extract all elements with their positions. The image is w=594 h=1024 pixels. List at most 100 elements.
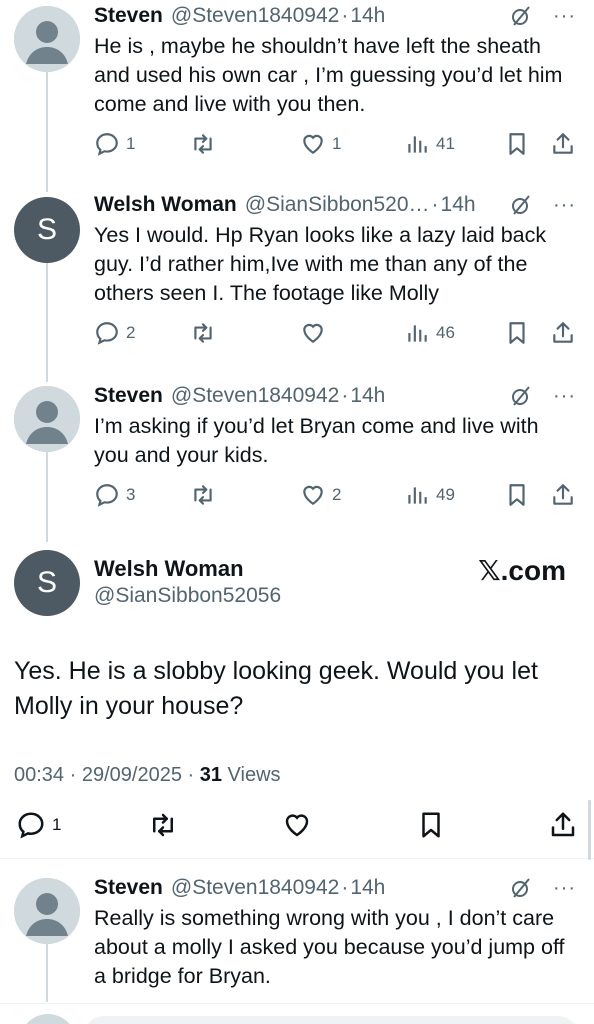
- default-avatar-icon: [14, 386, 80, 452]
- like-button[interactable]: [300, 320, 326, 346]
- reply-button[interactable]: 1: [16, 810, 61, 840]
- action-bar: 2 46: [94, 318, 580, 348]
- author-handle[interactable]: @SianSibbon520…: [245, 193, 430, 217]
- separator-dot: ·: [341, 876, 349, 899]
- grok-icon[interactable]: [509, 384, 533, 408]
- avatar[interactable]: S: [14, 197, 80, 263]
- more-options-icon[interactable]: ···: [553, 195, 576, 215]
- author-handle[interactable]: @Steven1840942: [171, 876, 339, 900]
- more-options-icon[interactable]: ···: [553, 6, 576, 26]
- like-button[interactable]: 1: [300, 131, 341, 157]
- reply-button[interactable]: 1: [94, 131, 135, 157]
- tweet-time[interactable]: 14h: [350, 4, 385, 28]
- author-name[interactable]: Steven: [94, 384, 163, 408]
- repost-button[interactable]: [148, 810, 178, 840]
- views-count: 49: [436, 485, 455, 504]
- reply-count: 1: [126, 134, 136, 153]
- reply-button[interactable]: 3: [94, 482, 135, 508]
- share-button[interactable]: [550, 482, 576, 508]
- author-name[interactable]: Welsh Woman: [94, 556, 244, 582]
- avatar[interactable]: S: [14, 550, 80, 616]
- separator-dot: ·: [181, 764, 200, 786]
- tweet-text: He is , maybe he shouldn’t have left the…: [94, 34, 563, 116]
- tweet-time[interactable]: 14h: [350, 876, 385, 900]
- grok-icon[interactable]: [509, 193, 533, 217]
- tweet-text: Yes. He is a slobby looking geek. Would …: [14, 657, 538, 720]
- reply-button[interactable]: 2: [94, 320, 135, 346]
- avatar[interactable]: [14, 386, 80, 452]
- author-name[interactable]: Welsh Woman: [94, 193, 237, 217]
- views-chart-icon: [408, 325, 427, 342]
- thread-line: [46, 944, 48, 1002]
- heart-icon: [285, 814, 309, 837]
- avatar[interactable]: [14, 878, 80, 944]
- heart-icon: [303, 323, 323, 343]
- reply-input[interactable]: [84, 1016, 578, 1024]
- bookmark-button[interactable]: [504, 131, 530, 157]
- reply-icon: [96, 322, 118, 345]
- action-bar: 3 2 49: [94, 480, 580, 510]
- tweet-text: Yes I would. Hp Ryan looks like a lazy l…: [94, 223, 547, 305]
- views-count: 46: [436, 323, 455, 342]
- separator-dot: ·: [431, 193, 439, 216]
- action-bar: 1 1 41: [94, 129, 580, 159]
- grok-icon[interactable]: [509, 4, 533, 28]
- thread-line: [46, 262, 48, 382]
- bookmark-icon: [509, 322, 525, 344]
- repost-icon: [153, 813, 173, 837]
- reply-icon: [96, 133, 118, 156]
- tweet-text: I’m asking if you’d let Bryan come and l…: [94, 414, 539, 467]
- avatar[interactable]: [14, 6, 80, 72]
- views-count[interactable]: 31: [200, 764, 222, 786]
- reply-count: 1: [52, 815, 62, 834]
- share-icon: [551, 812, 575, 837]
- bookmark-icon: [509, 133, 525, 155]
- share-button[interactable]: [550, 320, 576, 346]
- avatar[interactable]: [20, 1014, 76, 1024]
- reply-count: 2: [126, 323, 136, 342]
- x-logo: 𝕏.com: [478, 555, 566, 586]
- views-button[interactable]: 41: [404, 131, 455, 157]
- bookmark-button[interactable]: [504, 482, 530, 508]
- more-options-icon[interactable]: ···: [553, 878, 576, 898]
- like-count: 2: [332, 485, 342, 504]
- like-button[interactable]: 2: [300, 482, 341, 508]
- author-name[interactable]: Steven: [94, 876, 163, 900]
- share-button[interactable]: [548, 810, 578, 840]
- separator-dot: ·: [341, 384, 349, 407]
- bookmark-button[interactable]: [416, 810, 446, 840]
- thread-line: [46, 72, 48, 192]
- scrollbar[interactable]: [588, 800, 591, 860]
- more-options-icon[interactable]: ···: [553, 386, 576, 406]
- share-button[interactable]: [550, 131, 576, 157]
- repost-icon: [194, 323, 212, 343]
- bookmark-button[interactable]: [504, 320, 530, 346]
- share-icon: [553, 322, 573, 343]
- views-button[interactable]: 46: [404, 320, 455, 346]
- repost-button[interactable]: [190, 320, 216, 346]
- divider: [0, 858, 594, 859]
- action-bar: 1: [0, 810, 594, 846]
- reply-count: 3: [126, 485, 136, 504]
- tweet-time[interactable]: 14h: [350, 384, 385, 408]
- reply-icon: [96, 484, 118, 507]
- heart-icon: [303, 485, 323, 505]
- repost-button[interactable]: [190, 482, 216, 508]
- views-chart-icon: [408, 136, 427, 153]
- author-handle[interactable]: @SianSibbon52056: [94, 584, 281, 608]
- grok-icon[interactable]: [509, 876, 533, 900]
- tweet-text: Really is something wrong with you , I d…: [94, 906, 565, 988]
- tweet-date[interactable]: 29/09/2025: [82, 764, 182, 786]
- like-button[interactable]: [282, 810, 312, 840]
- heart-icon: [303, 134, 323, 154]
- separator-dot: ·: [64, 764, 82, 786]
- author-handle[interactable]: @Steven1840942: [171, 4, 339, 28]
- views-button[interactable]: 49: [404, 482, 455, 508]
- repost-button[interactable]: [190, 131, 216, 157]
- tweet-time[interactable]: 14h: [441, 193, 476, 217]
- like-count: 1: [332, 134, 342, 153]
- tweet-time[interactable]: 00:34: [14, 764, 64, 786]
- views-label: Views: [221, 764, 281, 786]
- author-handle[interactable]: @Steven1840942: [171, 384, 339, 408]
- author-name[interactable]: Steven: [94, 4, 163, 28]
